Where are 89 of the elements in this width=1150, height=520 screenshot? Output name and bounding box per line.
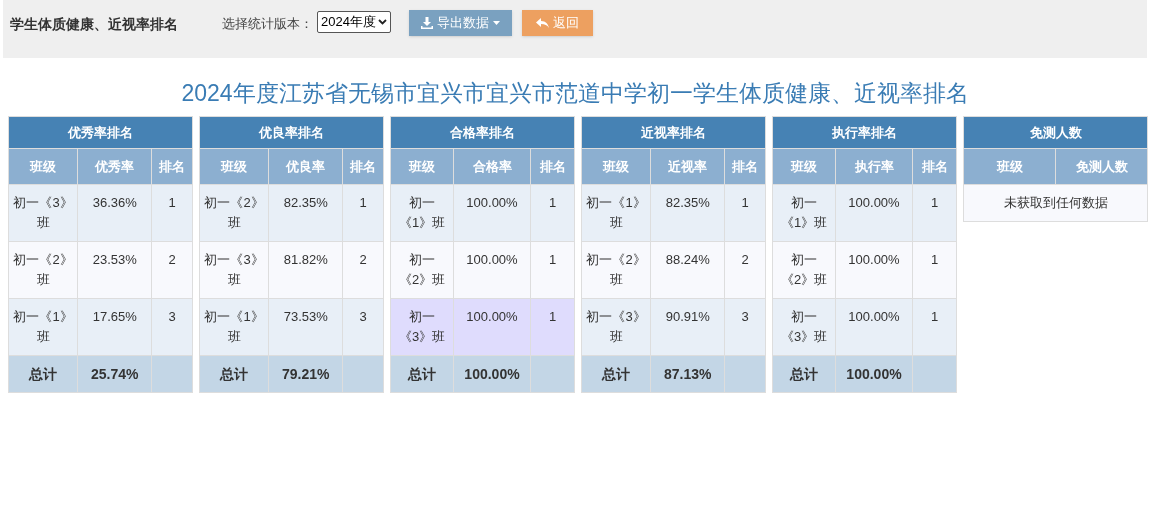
column-header: 排名	[912, 148, 957, 185]
total-cell: 100.00%	[835, 355, 913, 393]
table-cell: 1	[912, 241, 957, 299]
table-title: 近视率排名	[581, 116, 766, 149]
column-header: 班级	[8, 148, 78, 185]
table-cell: 100.00%	[453, 184, 531, 242]
column-header: 排名	[724, 148, 766, 185]
column-header: 近视率	[650, 148, 725, 185]
table-cell: 初一《3》班	[8, 184, 78, 242]
table-cell: 82.35%	[650, 184, 725, 242]
table-cell: 2	[151, 241, 193, 299]
table-cell: 3	[724, 298, 766, 356]
table-title: 优良率排名	[199, 116, 384, 149]
table-cell: 88.24%	[650, 241, 725, 299]
table-cell: 1	[151, 184, 193, 242]
column-header: 免测人数	[1055, 148, 1148, 185]
reply-icon	[535, 17, 549, 29]
table-title: 优秀率排名	[8, 116, 193, 149]
table-cell: 2	[342, 241, 384, 299]
table-cell: 初一《1》班	[581, 184, 651, 242]
table-cell: 100.00%	[453, 241, 531, 299]
version-select[interactable]: 2024年度	[317, 11, 391, 33]
report-heading: 2024年度江苏省无锡市宜兴市宜兴市范道中学初一学生体质健康、近视率排名	[180, 79, 970, 108]
table-cell: 1	[530, 184, 575, 242]
empty-message: 未获取到任何数据	[963, 184, 1148, 222]
column-header: 班级	[963, 148, 1056, 185]
column-header: 班级	[581, 148, 651, 185]
column-header: 合格率	[453, 148, 531, 185]
table-cell: 初一《3》班	[581, 298, 651, 356]
table-cell: 1	[530, 298, 575, 356]
table-cell: 初一《3》班	[199, 241, 269, 299]
table-cell: 初一《2》班	[199, 184, 269, 242]
table-cell: 初一《2》班	[581, 241, 651, 299]
table-cell: 初一《1》班	[390, 184, 454, 242]
column-header: 优良率	[268, 148, 343, 185]
column-header: 执行率	[835, 148, 913, 185]
table-cell: 100.00%	[835, 184, 913, 242]
table-cell: 初一《2》班	[772, 241, 836, 299]
back-button[interactable]: 返回	[521, 10, 593, 36]
table-cell: 2	[724, 241, 766, 299]
total-cell: 总计	[199, 355, 269, 393]
column-header: 排名	[530, 148, 575, 185]
table-title: 免测人数	[963, 116, 1148, 149]
column-header: 优秀率	[77, 148, 152, 185]
table-cell: 初一《1》班	[199, 298, 269, 356]
export-button[interactable]: 导出数据	[408, 10, 512, 36]
total-cell: 总计	[581, 355, 651, 393]
table-cell: 100.00%	[835, 298, 913, 356]
caret-icon	[492, 21, 500, 25]
version-label: 选择统计版本：	[222, 15, 313, 33]
table-cell: 初一《3》班	[390, 298, 454, 356]
table-cell: 初一《2》班	[390, 241, 454, 299]
table-cell: 82.35%	[268, 184, 343, 242]
table-cell: 81.82%	[268, 241, 343, 299]
column-header: 排名	[151, 148, 193, 185]
table-cell: 100.00%	[453, 298, 531, 356]
chevron-down-icon	[377, 19, 387, 25]
table-cell: 1	[912, 298, 957, 356]
table-cell: 初一《3》班	[772, 298, 836, 356]
download-icon	[420, 17, 433, 29]
table-cell: 1	[912, 184, 957, 242]
table-title: 执行率排名	[772, 116, 957, 149]
total-cell: 25.74%	[77, 355, 152, 393]
table-cell: 初一《1》班	[8, 298, 78, 356]
table-cell: 1	[342, 184, 384, 242]
total-cell: 总计	[8, 355, 78, 393]
total-cell: 79.21%	[268, 355, 343, 393]
column-header: 排名	[342, 148, 384, 185]
total-cell: 总计	[390, 355, 454, 393]
table-cell: 36.36%	[77, 184, 152, 242]
table-cell: 3	[151, 298, 193, 356]
table-cell: 初一《2》班	[8, 241, 78, 299]
table-cell: 3	[342, 298, 384, 356]
total-cell: 87.13%	[650, 355, 725, 393]
column-header: 班级	[390, 148, 454, 185]
total-cell: 总计	[772, 355, 836, 393]
page-title: 学生体质健康、近视率排名	[10, 15, 179, 34]
table-cell: 1	[530, 241, 575, 299]
total-cell: 100.00%	[453, 355, 531, 393]
table-cell: 73.53%	[268, 298, 343, 356]
table-cell: 90.91%	[650, 298, 725, 356]
table-cell: 初一《1》班	[772, 184, 836, 242]
table-cell: 23.53%	[77, 241, 152, 299]
column-header: 班级	[772, 148, 836, 185]
table-title: 合格率排名	[390, 116, 575, 149]
table-cell: 100.00%	[835, 241, 913, 299]
table-cell: 17.65%	[77, 298, 152, 356]
table-cell: 1	[724, 184, 766, 242]
column-header: 班级	[199, 148, 269, 185]
